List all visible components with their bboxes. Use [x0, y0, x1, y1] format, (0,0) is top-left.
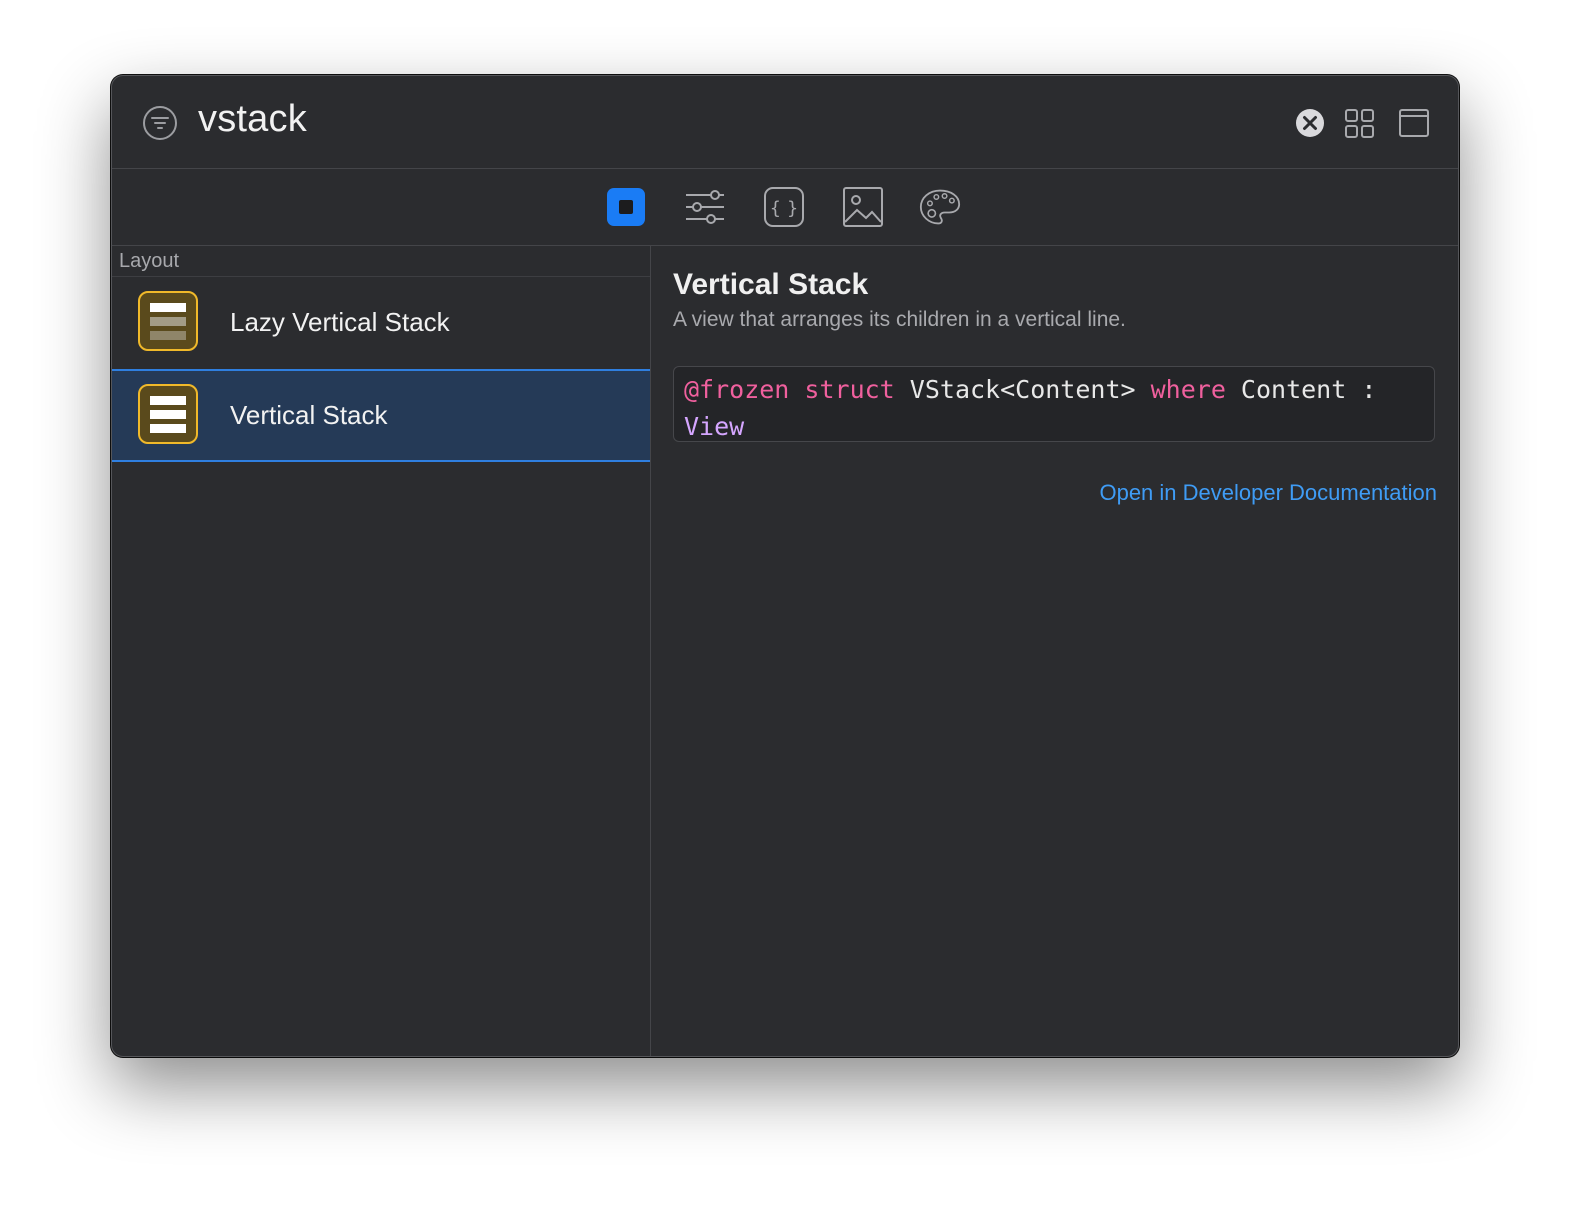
code-keyword-struct: struct — [804, 375, 895, 404]
tab-views-icon[interactable] — [606, 186, 648, 228]
code-constraint: Content : — [1225, 375, 1392, 404]
detail-summary: A view that arranges its children in a v… — [673, 308, 1126, 331]
list-item-vertical-stack[interactable]: Vertical Stack — [112, 369, 650, 462]
svg-text:{ }: { } — [770, 198, 799, 219]
panel-window-icon[interactable] — [1397, 106, 1431, 140]
vstack-icon — [138, 384, 198, 444]
list-item-label: Lazy Vertical Stack — [230, 307, 450, 337]
list-item-label: Vertical Stack — [230, 400, 388, 430]
search-bar: vstack — [112, 76, 1458, 169]
clear-search-icon[interactable] — [1293, 106, 1327, 140]
open-documentation-link[interactable]: Open in Developer Documentation — [1099, 480, 1437, 506]
code-keyword-frozen: @frozen — [684, 375, 790, 404]
tab-snippets-icon[interactable]: { } — [763, 186, 805, 228]
filter-icon[interactable] — [142, 105, 178, 141]
section-header-layout: Layout — [112, 246, 650, 277]
grid-view-icon[interactable] — [1342, 106, 1376, 140]
detail-pane: Vertical Stack A view that arranges its … — [651, 246, 1458, 1056]
code-type-name: VStack<Content> — [894, 375, 1151, 404]
declaration-code-block[interactable]: @frozen struct VStack<Content> where Con… — [673, 366, 1435, 442]
lazy-vstack-icon — [138, 291, 198, 351]
library-window: vstack {} Layout Lazy Vertical Stack Ve… — [111, 75, 1459, 1057]
detail-title: Vertical Stack — [673, 268, 869, 301]
library-tab-bar: { } — [112, 169, 1458, 246]
search-input[interactable]: vstack — [198, 98, 307, 141]
code-type-view: View — [684, 412, 745, 441]
library-sidebar: Layout Lazy Vertical Stack Vertical Stac… — [112, 246, 651, 1056]
tab-colors-icon[interactable] — [919, 186, 961, 228]
code-keyword-where: where — [1150, 375, 1226, 404]
tab-media-icon[interactable] — [842, 186, 884, 228]
list-item-lazy-vertical-stack[interactable]: Lazy Vertical Stack — [112, 277, 650, 369]
tab-modifiers-icon[interactable] — [684, 186, 726, 228]
